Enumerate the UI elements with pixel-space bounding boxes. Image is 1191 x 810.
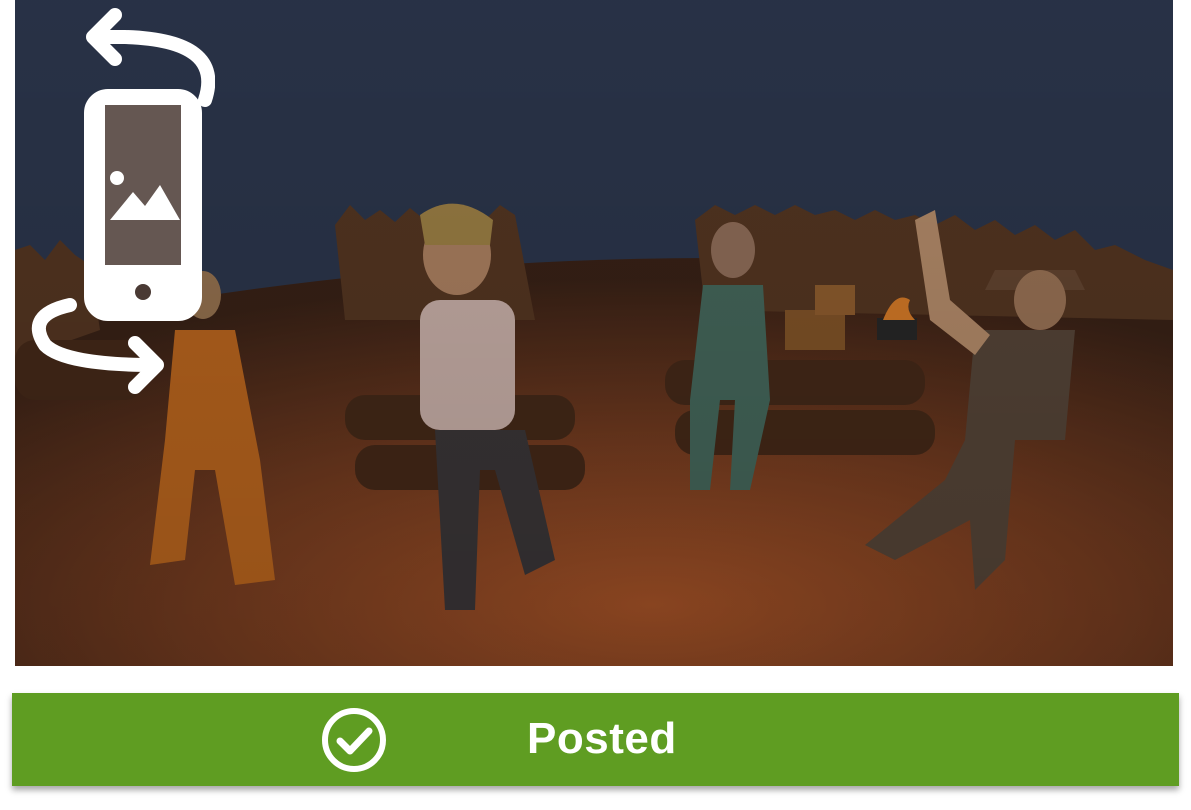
rotate-device-icon xyxy=(31,8,215,394)
game-viewport[interactable] xyxy=(15,0,1173,666)
check-circle-icon xyxy=(322,708,386,772)
status-label: Posted xyxy=(527,714,677,763)
status-bar: Posted xyxy=(12,693,1179,786)
